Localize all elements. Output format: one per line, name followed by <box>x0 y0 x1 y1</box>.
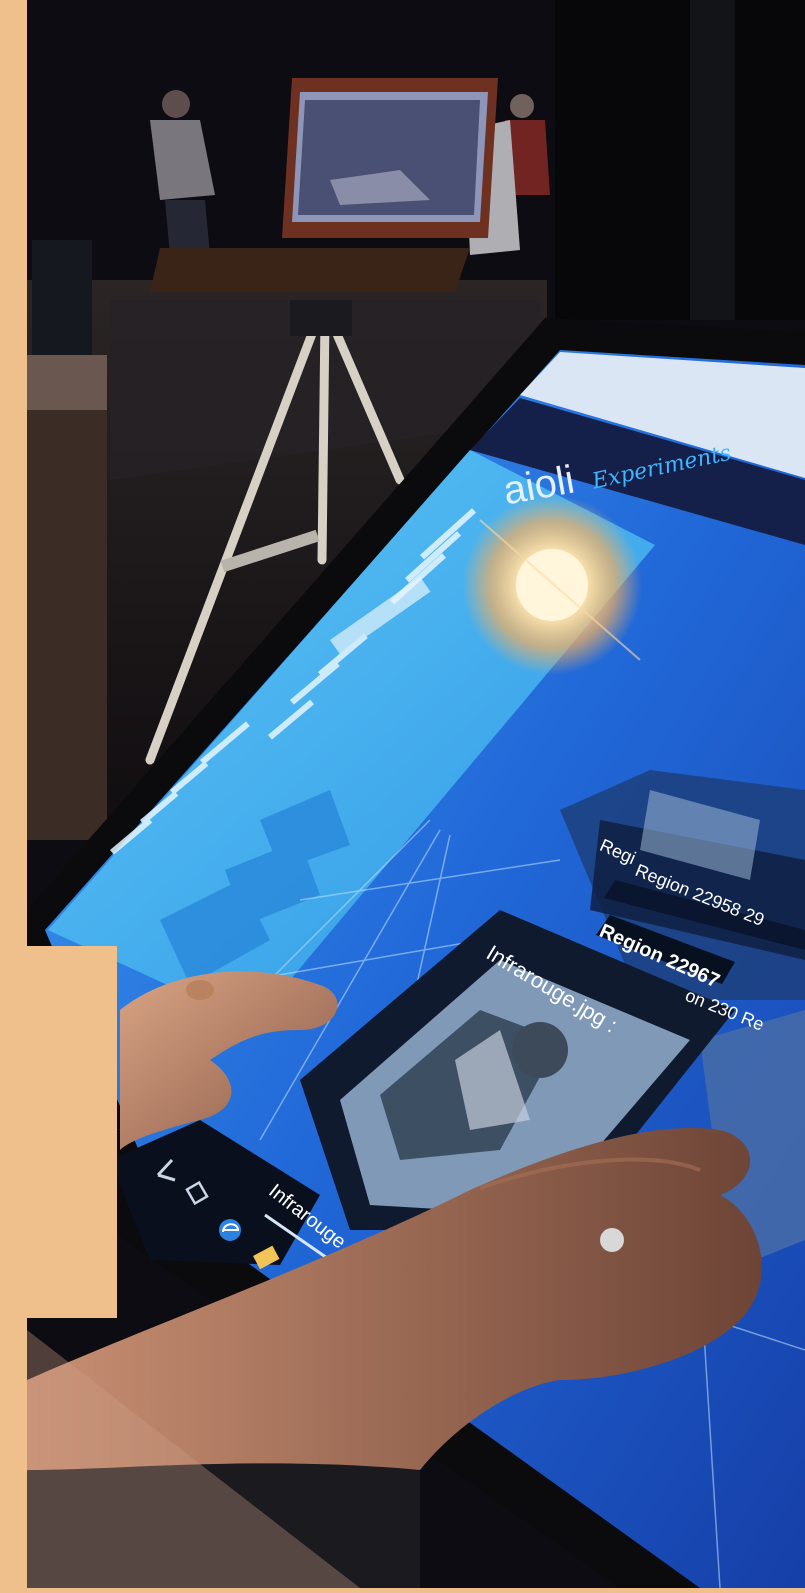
edge-browser-icon[interactable] <box>219 1219 241 1241</box>
ring <box>600 1228 624 1252</box>
photo-frame: aioli Experiments Infrarouge.jpg : Regio… <box>0 0 805 1589</box>
scene-photo <box>0 0 805 1589</box>
